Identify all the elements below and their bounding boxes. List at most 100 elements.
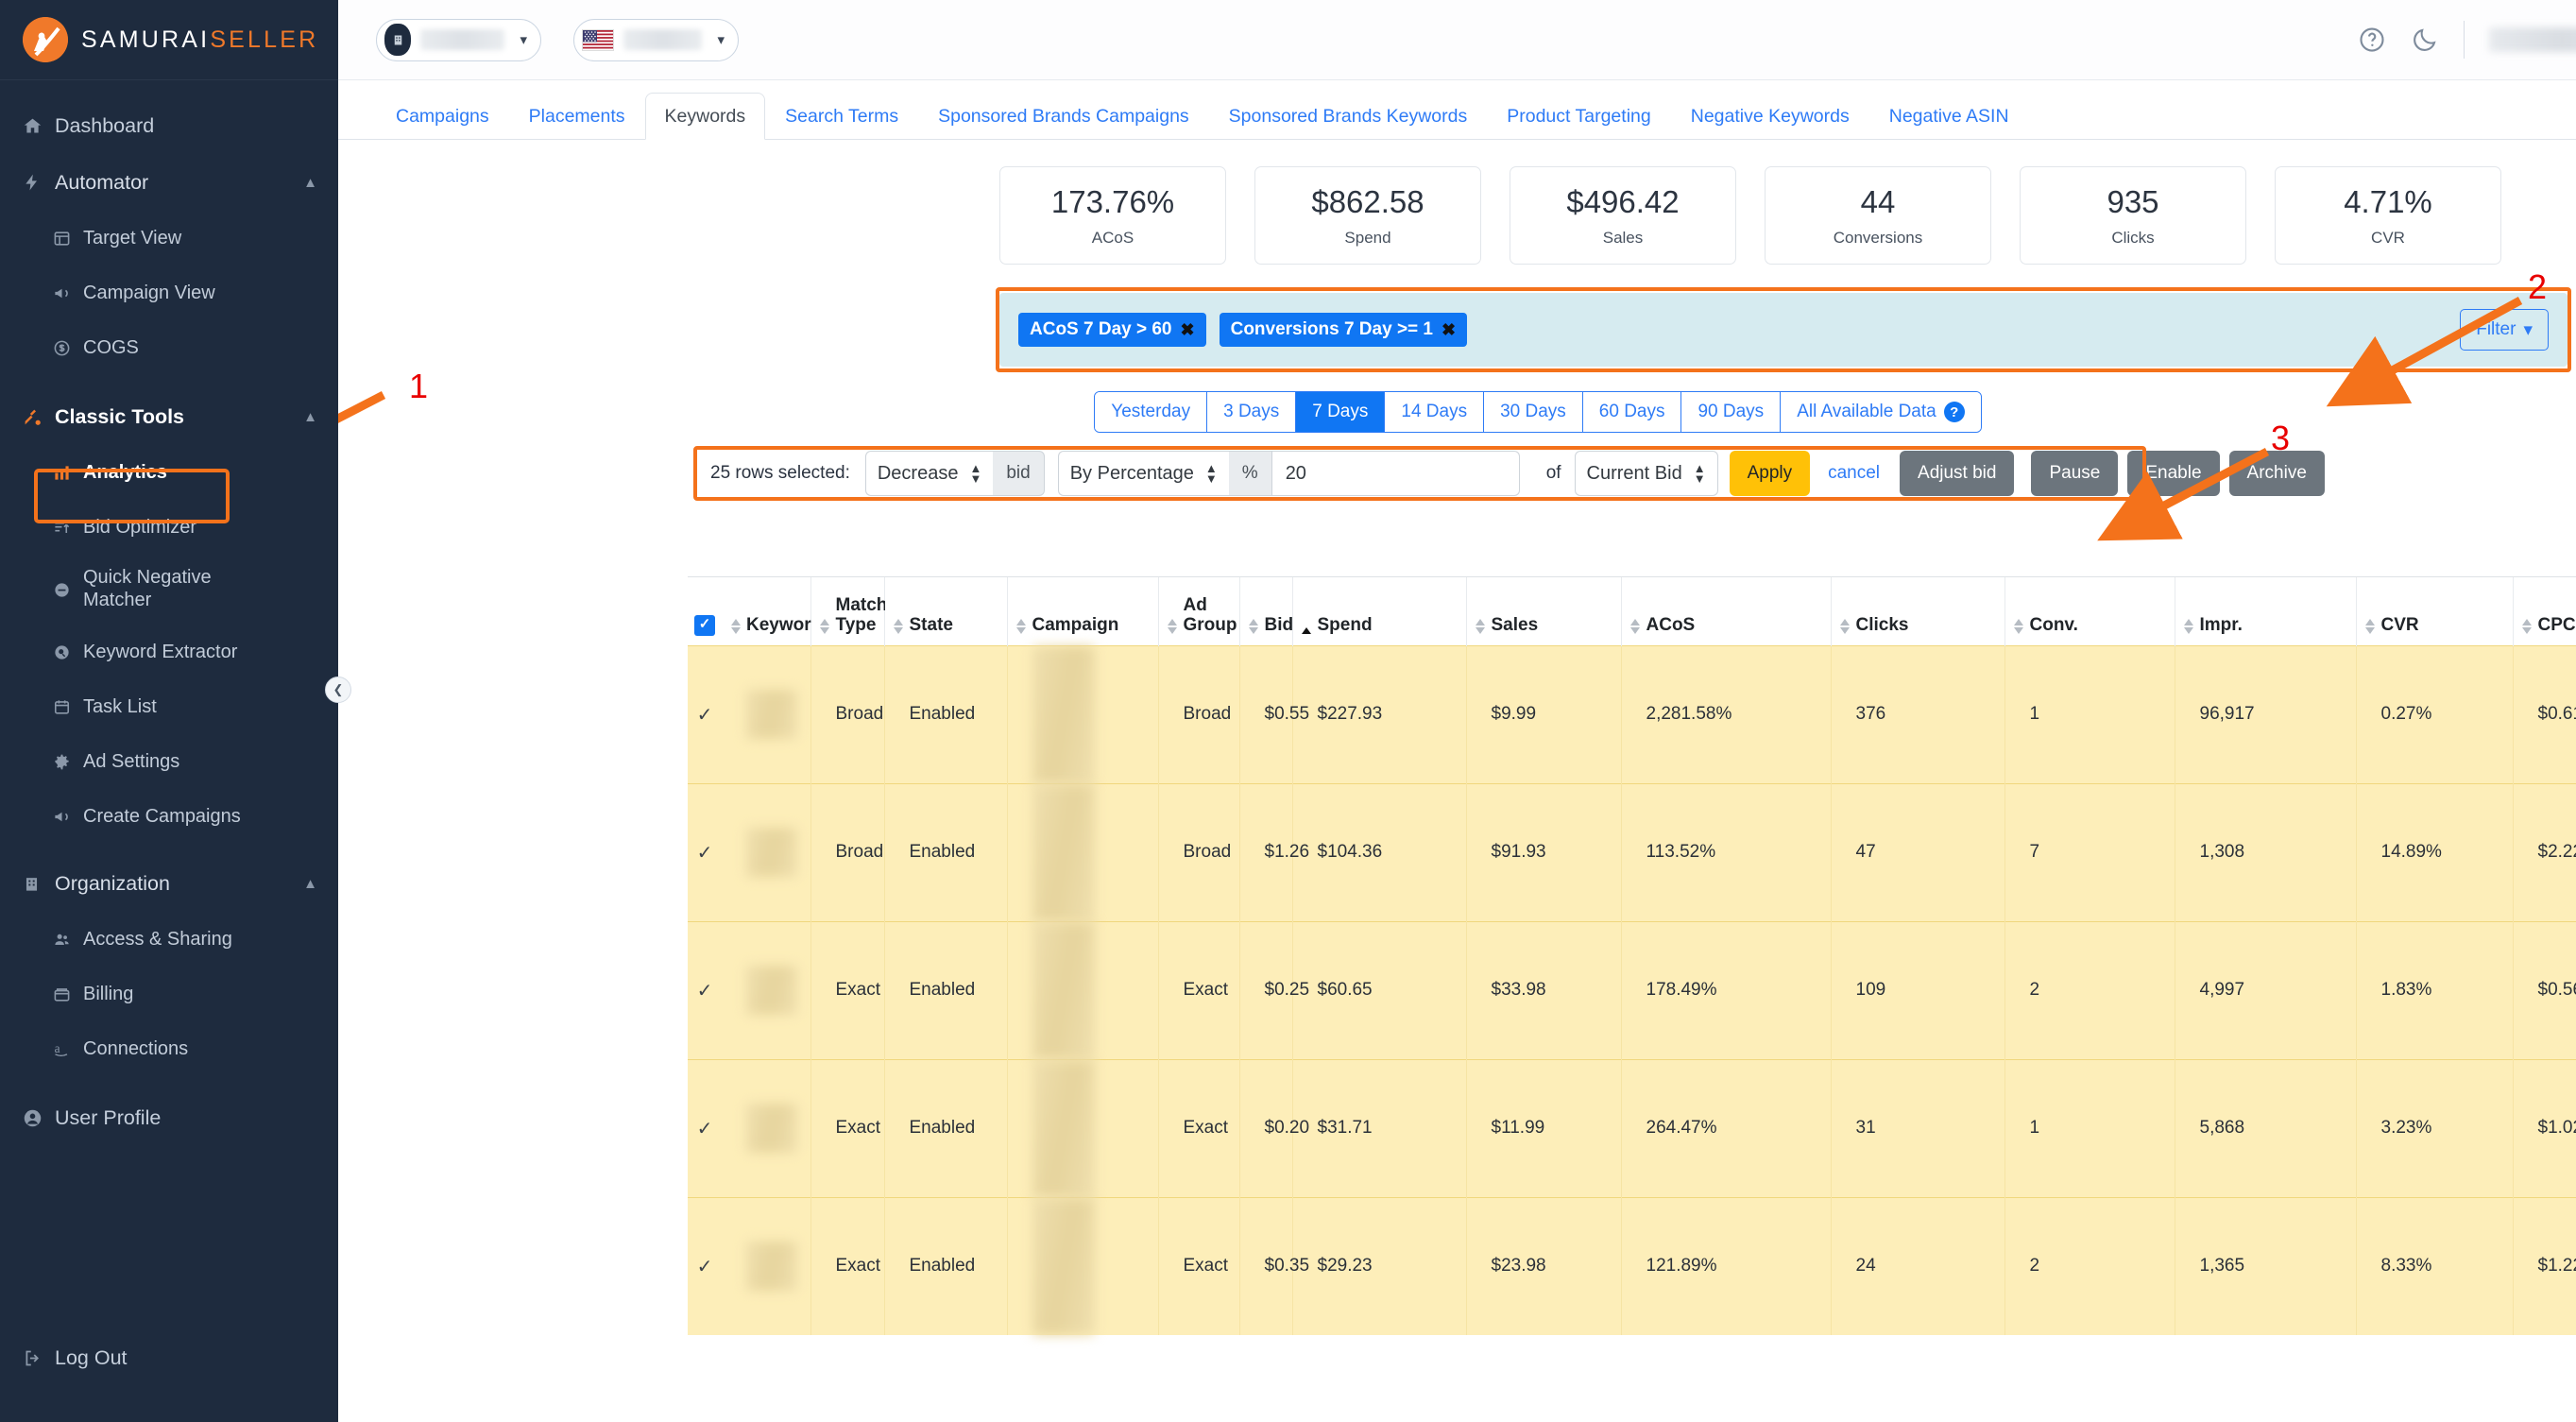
sidebar-item-cogs[interactable]: COGS: [0, 320, 338, 375]
sidebar-item-access-sharing[interactable]: Access & Sharing: [0, 912, 338, 967]
close-icon[interactable]: ✖: [1181, 320, 1195, 340]
date-14-days[interactable]: 14 Days: [1385, 392, 1484, 432]
sidebar-item-quick-negative-matcher[interactable]: Quick Negative Matcher: [0, 555, 338, 625]
col-conv[interactable]: Conv.: [2005, 577, 2175, 645]
table-row[interactable]: ✓ Exact Enabled Exact $0.20 $31.71 $11.9…: [688, 1059, 2576, 1197]
tab-sponsored-brands-campaigns[interactable]: Sponsored Brands Campaigns: [918, 93, 1209, 140]
sort-icon[interactable]: [1249, 619, 1259, 634]
help-icon[interactable]: ?: [1944, 402, 1965, 422]
col-ad-group[interactable]: Ad Group: [1158, 577, 1239, 645]
cell-state: Enabled: [884, 645, 1007, 783]
col-state[interactable]: State: [884, 577, 1007, 645]
sidebar-item-dashboard[interactable]: Dashboard: [0, 97, 338, 154]
row-checkbox[interactable]: ✓: [688, 1197, 722, 1335]
sidebar-item-target-view[interactable]: Target View: [0, 211, 338, 266]
enable-button[interactable]: Enable: [2127, 451, 2219, 496]
filter-chip-acos[interactable]: ACoS 7 Day > 60 ✖: [1018, 313, 1206, 347]
direction-select[interactable]: Decrease ▲▼: [865, 451, 993, 496]
sort-icon[interactable]: [2014, 619, 2024, 634]
brand-logo[interactable]: SAMURAISELLER: [0, 0, 338, 80]
date-60-days[interactable]: 60 Days: [1583, 392, 1682, 432]
tab-keywords[interactable]: Keywords: [645, 93, 766, 140]
col-clicks[interactable]: Clicks: [1831, 577, 2005, 645]
table-row[interactable]: ✓ Broad Enabled Broad $0.55 $227.93 $9.9…: [688, 645, 2576, 783]
sidebar-item-create-campaigns[interactable]: Create Campaigns: [0, 789, 338, 844]
sidebar-item-billing[interactable]: Billing: [0, 967, 338, 1021]
sidebar-item-analytics[interactable]: Analytics: [0, 445, 338, 500]
cancel-button[interactable]: cancel: [1810, 451, 1898, 496]
date-90-days[interactable]: 90 Days: [1681, 392, 1781, 432]
adjust-bid-button[interactable]: Adjust bid: [1900, 451, 2014, 496]
sidebar-item-task-list[interactable]: Task List: [0, 679, 338, 734]
sidebar-section-organization[interactable]: Organization ▲: [0, 855, 338, 912]
close-icon[interactable]: ✖: [1442, 320, 1456, 340]
table-row[interactable]: ✓ Broad Enabled Broad $1.26 $104.36 $91.…: [688, 783, 2576, 921]
sidebar-item-bid-optimizer[interactable]: Bid Optimizer: [0, 500, 338, 555]
row-checkbox[interactable]: ✓: [688, 783, 722, 921]
date-all-available-data[interactable]: All Available Data ?: [1781, 392, 1981, 432]
date-3-days[interactable]: 3 Days: [1207, 392, 1296, 432]
sidebar-item-ad-settings[interactable]: Ad Settings: [0, 734, 338, 789]
select-arrows-icon: ▲▼: [1205, 463, 1218, 484]
col-bid[interactable]: Bid: [1239, 577, 1292, 645]
amount-input[interactable]: [1272, 451, 1520, 496]
keywords-table-container[interactable]: ✓ Keyword Match Type State Campaign Ad G…: [688, 576, 2576, 1422]
col-spend[interactable]: Spend: [1292, 577, 1466, 645]
sort-icon[interactable]: [1016, 619, 1027, 634]
sidebar-item-user-profile[interactable]: User Profile: [0, 1089, 338, 1146]
table-row[interactable]: ✓ Exact Enabled Exact $0.35 $29.23 $23.9…: [688, 1197, 2576, 1335]
col-cpc[interactable]: CPC: [2513, 577, 2576, 645]
method-select[interactable]: By Percentage ▲▼: [1058, 451, 1229, 496]
sort-icon[interactable]: [1476, 619, 1486, 634]
sidebar-section-classic-tools[interactable]: Classic Tools ▲: [0, 388, 338, 445]
col-keyword[interactable]: Keyword: [722, 577, 810, 645]
sort-icon[interactable]: [894, 619, 904, 634]
sort-icon[interactable]: [2184, 619, 2194, 634]
select-all-checkbox[interactable]: ✓: [694, 615, 715, 636]
sort-icon[interactable]: [2522, 619, 2533, 634]
tab-placements[interactable]: Placements: [509, 93, 645, 140]
tab-campaigns[interactable]: Campaigns: [376, 93, 509, 140]
sidebar-item-keyword-extractor[interactable]: Keyword Extractor: [0, 625, 338, 679]
table-row[interactable]: ✓ Exact Enabled Exact $0.25 $60.65 $33.9…: [688, 921, 2576, 1059]
pause-button[interactable]: Pause: [2031, 451, 2118, 496]
sort-icon[interactable]: [1840, 619, 1851, 634]
date-30-days[interactable]: 30 Days: [1484, 392, 1583, 432]
col-match-type[interactable]: Match Type: [810, 577, 884, 645]
sidebar-item-connections[interactable]: a Connections: [0, 1021, 338, 1076]
account-selector[interactable]: ▾: [376, 19, 541, 61]
col-acos[interactable]: ACoS: [1621, 577, 1831, 645]
logout-button[interactable]: Log Out: [0, 1329, 338, 1386]
filter-chip-conversions[interactable]: Conversions 7 Day >= 1 ✖: [1220, 313, 1467, 347]
tab-negative-asin[interactable]: Negative ASIN: [1869, 93, 2029, 140]
base-bid-select[interactable]: Current Bid ▲▼: [1575, 451, 1718, 496]
col-cvr[interactable]: CVR: [2356, 577, 2513, 645]
row-checkbox[interactable]: ✓: [688, 645, 722, 783]
sidebar-section-automator[interactable]: Automator ▲: [0, 154, 338, 211]
sort-icon[interactable]: [1302, 627, 1312, 634]
question-circle-icon[interactable]: [2358, 26, 2386, 54]
sidebar-item-campaign-view[interactable]: Campaign View: [0, 266, 338, 320]
col-impr[interactable]: Impr.: [2175, 577, 2356, 645]
tab-search-terms[interactable]: Search Terms: [765, 93, 918, 140]
moon-icon[interactable]: [2411, 26, 2439, 54]
date-yesterday[interactable]: Yesterday: [1095, 392, 1207, 432]
row-checkbox[interactable]: ✓: [688, 1059, 722, 1197]
filter-button[interactable]: Filter ▾: [2460, 309, 2549, 351]
kpi-sales: $496.42 Sales: [1510, 166, 1736, 265]
tab-sponsored-brands-keywords[interactable]: Sponsored Brands Keywords: [1209, 93, 1488, 140]
apply-button[interactable]: Apply: [1730, 451, 1811, 496]
date-7-days[interactable]: 7 Days: [1296, 392, 1385, 432]
sort-icon[interactable]: [1630, 619, 1641, 634]
sort-icon[interactable]: [1168, 619, 1178, 634]
sort-icon[interactable]: [2365, 619, 2376, 634]
col-sales[interactable]: Sales: [1466, 577, 1621, 645]
row-checkbox[interactable]: ✓: [688, 921, 722, 1059]
sidebar-collapse-toggle[interactable]: ❮: [325, 677, 351, 703]
sort-icon[interactable]: [730, 619, 741, 634]
tab-negative-keywords[interactable]: Negative Keywords: [1671, 93, 1869, 140]
sort-icon[interactable]: [820, 619, 830, 634]
marketplace-selector[interactable]: ▾: [573, 19, 739, 61]
tab-product-targeting[interactable]: Product Targeting: [1487, 93, 1671, 140]
col-campaign[interactable]: Campaign: [1007, 577, 1158, 645]
